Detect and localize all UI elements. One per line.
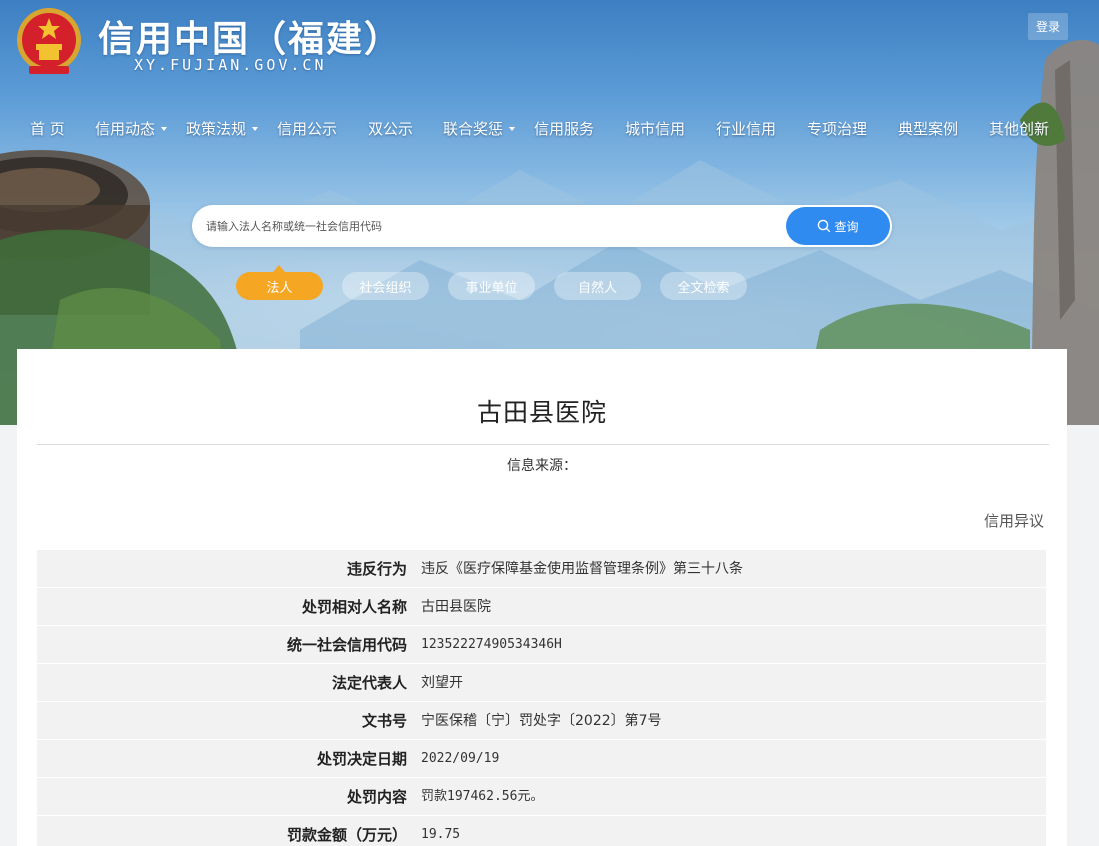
nav-label: 信用服务 <box>534 120 595 138</box>
table-row: 罚款金额（万元） 19.75 <box>37 816 1046 846</box>
table-row: 处罚内容 罚款197462.56元。 <box>37 778 1046 816</box>
nav-item-home[interactable]: 首 页 <box>30 118 65 139</box>
nav-label: 双公示 <box>368 120 414 138</box>
record-card: 古田县医院 信息来源： 信用异议 违反行为 违反《医疗保障基金使用监督管理条例》… <box>17 349 1067 846</box>
active-tab-pointer <box>273 265 285 272</box>
nav-item-typical-cases[interactable]: 典型案例 <box>898 118 958 139</box>
field-value: 古田县医院 <box>421 599 491 615</box>
nav-label: 信用公示 <box>277 120 338 138</box>
search-button-label: 查询 <box>834 219 859 234</box>
nav-label: 行业信用 <box>716 120 777 138</box>
info-source: 信息来源： <box>507 458 577 474</box>
nav-item-policy[interactable]: 政策法规 <box>186 118 259 139</box>
field-label: 法定代表人 <box>331 674 407 692</box>
nav-label: 联合奖惩 <box>443 120 504 138</box>
site-title: 信用中国（福建） <box>98 19 403 60</box>
field-value: 罚款197462.56元。 <box>421 789 544 804</box>
field-value: 2022/09/19 <box>421 751 500 766</box>
nav-item-double-publicity[interactable]: 双公示 <box>368 118 413 139</box>
table-row: 处罚决定日期 2022/09/19 <box>37 740 1046 778</box>
entity-title: 古田县医院 <box>476 398 607 427</box>
field-value: 刘望开 <box>421 675 463 691</box>
field-label: 处罚相对人名称 <box>301 598 407 616</box>
search-input[interactable] <box>206 205 766 247</box>
tab-natural-person[interactable]: 自然人 <box>554 272 641 300</box>
field-label: 罚款金额（万元） <box>286 826 407 844</box>
search-icon <box>818 219 831 233</box>
tab-full-text-search[interactable]: 全文检索 <box>660 272 747 300</box>
nav-item-special-governance[interactable]: 专项治理 <box>807 118 867 139</box>
nav-label: 城市信用 <box>625 120 686 138</box>
nav-label: 专项治理 <box>807 120 868 138</box>
nav-item-city-credit[interactable]: 城市信用 <box>625 118 685 139</box>
field-label: 处罚内容 <box>346 788 407 806</box>
penalty-info-table: 违反行为 违反《医疗保障基金使用监督管理条例》第三十八条 处罚相对人名称 古田县… <box>37 550 1046 846</box>
nav-item-industry-credit[interactable]: 行业信用 <box>716 118 776 139</box>
table-row: 违反行为 违反《医疗保障基金使用监督管理条例》第三十八条 <box>37 550 1046 588</box>
search-button[interactable]: 查询 <box>786 207 890 245</box>
nav-item-other-innovation[interactable]: 其他创新 <box>989 118 1049 139</box>
field-value: 宁医保稽〔宁〕罚处字〔2022〕第7号 <box>421 713 662 729</box>
table-row: 法定代表人 刘望开 <box>37 664 1046 702</box>
nav-item-credit-publicity[interactable]: 信用公示 <box>277 118 337 139</box>
main-nav: 首 页 信用动态 政策法规 信用公示 双公示 联合奖惩 信用服务 城市信用 行业… <box>0 114 1099 144</box>
field-label: 处罚决定日期 <box>316 750 407 768</box>
national-emblem-icon <box>17 8 81 74</box>
search-bar: 查询 <box>192 205 892 247</box>
site-domain: XY.FUJIAN.GOV.CN <box>134 56 327 74</box>
login-button[interactable]: 登录 <box>1028 13 1068 40</box>
nav-item-credit-news[interactable]: 信用动态 <box>95 118 168 139</box>
field-label: 统一社会信用代码 <box>286 636 407 654</box>
caret-down-icon <box>252 126 259 131</box>
nav-label: 信用动态 <box>95 120 156 138</box>
table-row: 统一社会信用代码 12352227490534346H <box>37 626 1046 664</box>
table-row: 处罚相对人名称 古田县医院 <box>37 588 1046 626</box>
tab-social-organization[interactable]: 社会组织 <box>342 272 429 300</box>
field-value: 19.75 <box>421 827 461 842</box>
nav-label: 政策法规 <box>186 120 247 138</box>
field-value: 违反《医疗保障基金使用监督管理条例》第三十八条 <box>421 561 743 577</box>
tab-legal-person[interactable]: 法人 <box>236 272 323 300</box>
field-value: 12352227490534346H <box>421 637 562 652</box>
field-label: 违反行为 <box>346 560 407 578</box>
tab-public-institution[interactable]: 事业单位 <box>448 272 535 300</box>
caret-down-icon <box>509 126 516 131</box>
nav-label: 典型案例 <box>898 120 959 138</box>
nav-label: 首 页 <box>30 120 65 138</box>
title-divider <box>37 444 1049 445</box>
nav-item-rewards-penalties[interactable]: 联合奖惩 <box>443 118 516 139</box>
field-label: 文书号 <box>361 712 407 730</box>
caret-down-icon <box>161 126 168 131</box>
credit-objection-link[interactable]: 信用异议 <box>984 510 1044 531</box>
nav-item-credit-service[interactable]: 信用服务 <box>534 118 594 139</box>
table-row: 文书号 宁医保稽〔宁〕罚处字〔2022〕第7号 <box>37 702 1046 740</box>
nav-label: 其他创新 <box>989 120 1050 138</box>
